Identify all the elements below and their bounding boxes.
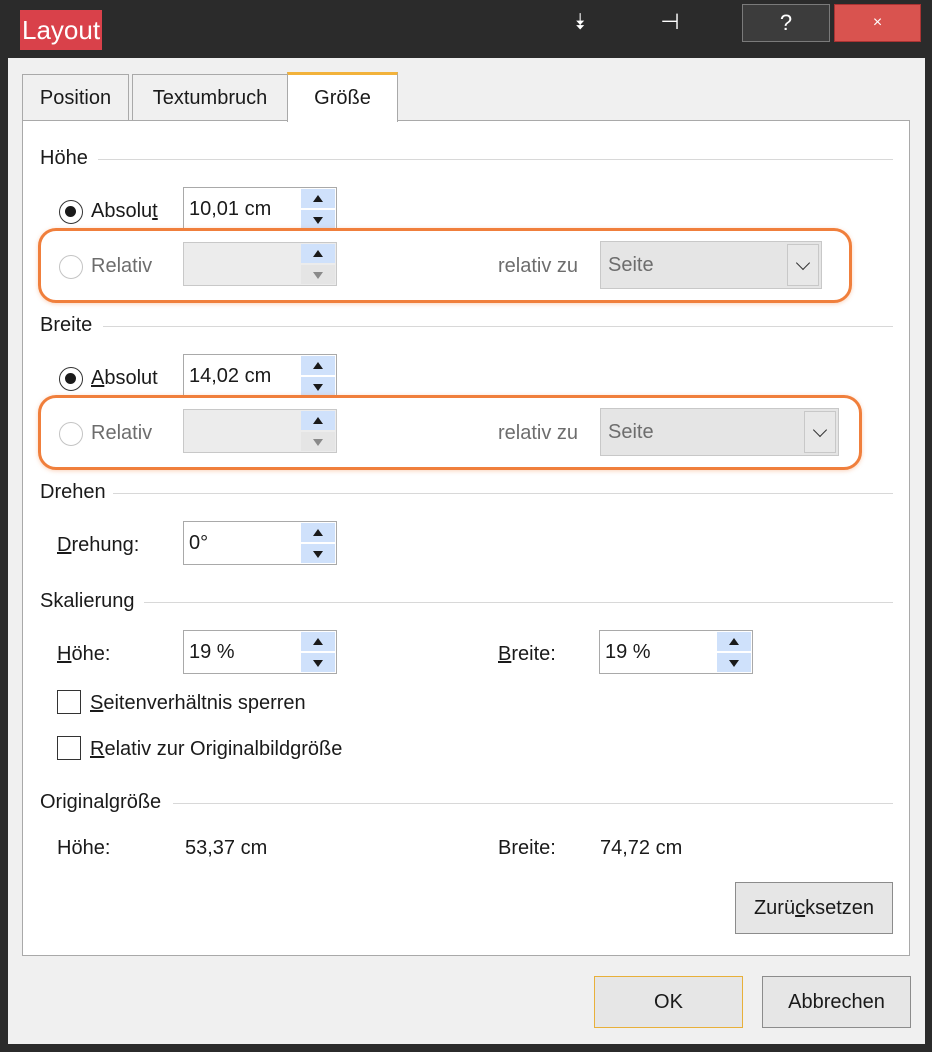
skalierung-hoehe-value[interactable]: 19 % (189, 631, 235, 673)
spin-up-icon[interactable] (301, 632, 335, 651)
tab-textumbruch[interactable]: Textumbruch (132, 74, 288, 120)
chevron-down-icon[interactable] (787, 244, 819, 286)
relative-original-label[interactable]: Relativ zur Originalbildgröße (90, 738, 342, 761)
spin-up-icon[interactable] (301, 244, 335, 263)
skalierung-breite-spinner[interactable]: 19 % (599, 630, 753, 674)
breite-absolut-label[interactable]: Absolut (91, 367, 158, 390)
spin-up-icon[interactable] (301, 356, 335, 375)
chevron-down-icon[interactable] (804, 411, 836, 453)
spin-down-icon[interactable] (301, 432, 335, 451)
drehung-value[interactable]: 0° (189, 522, 208, 564)
hoehe-absolut-label[interactable]: Absolut (91, 200, 158, 223)
section-divider (144, 602, 893, 603)
spin-down-icon[interactable] (301, 653, 335, 672)
pin-icon[interactable]: ⊣ (654, 4, 686, 42)
spin-up-icon[interactable] (301, 189, 335, 208)
skalierung-hoehe-spinner[interactable]: 19 % (183, 630, 337, 674)
hoehe-relativ-zu-select[interactable]: Seite (600, 241, 822, 289)
relative-original-checkbox[interactable] (57, 736, 81, 760)
skalierung-hoehe-label: Höhe: (57, 643, 111, 665)
drehung-spinner[interactable]: 0° (183, 521, 337, 565)
tab-position[interactable]: Position (22, 74, 129, 120)
hoehe-absolut-radio[interactable] (59, 200, 83, 224)
dialog-body: Position Textumbruch Größe Höhe Absolut … (8, 58, 925, 1044)
original-hoehe-value: 53,37 cm (185, 837, 268, 859)
hoehe-absolut-spinner[interactable]: 10,01 cm (183, 187, 337, 231)
ok-button[interactable]: OK (594, 976, 743, 1028)
spin-up-icon[interactable] (301, 523, 335, 542)
breite-relativ-label: Relativ (91, 422, 153, 444)
section-drehen: Drehen (40, 481, 106, 503)
close-button[interactable]: × (834, 4, 921, 42)
original-breite-label: Breite: (498, 837, 556, 859)
hoehe-relativ-spinner[interactable] (183, 242, 337, 286)
spin-down-icon[interactable] (301, 377, 335, 396)
breite-relativ-radio[interactable] (59, 422, 83, 446)
spin-down-icon[interactable] (301, 210, 335, 229)
title-bar: Layout ⯯ ⊣ ? × (0, 0, 932, 58)
original-breite-value: 74,72 cm (600, 837, 683, 859)
skalierung-breite-label: Breite: (498, 643, 556, 665)
section-skalierung: Skalierung (40, 590, 135, 612)
cancel-button[interactable]: Abbrechen (762, 976, 911, 1028)
breite-relativ-spinner[interactable] (183, 409, 337, 453)
spin-down-icon[interactable] (717, 653, 751, 672)
hoehe-absolut-value[interactable]: 10,01 cm (189, 188, 271, 230)
reset-button[interactable]: Zurücksetzen (735, 882, 893, 934)
section-divider (173, 803, 893, 804)
section-breite: Breite (40, 314, 93, 336)
spin-down-icon[interactable] (301, 544, 335, 563)
section-hoehe: Höhe (40, 147, 88, 169)
lock-aspect-label[interactable]: Seitenverhältnis sperren (90, 692, 306, 715)
section-divider (113, 493, 893, 494)
hoehe-relativ-label: Relativ (91, 255, 153, 277)
hoehe-relativ-radio[interactable] (59, 255, 83, 279)
skalierung-breite-value[interactable]: 19 % (605, 631, 651, 673)
spin-down-icon[interactable] (301, 265, 335, 284)
tab-groesse[interactable]: Größe (287, 72, 398, 122)
breite-relativ-zu-select[interactable]: Seite (600, 408, 839, 456)
breite-relativ-zu-label: relativ zu (498, 422, 579, 444)
breite-absolut-value[interactable]: 14,02 cm (189, 355, 271, 397)
collapse-icon[interactable]: ⯯ (565, 4, 595, 42)
breite-absolut-spinner[interactable]: 14,02 cm (183, 354, 337, 398)
breite-absolut-radio[interactable] (59, 367, 83, 391)
hoehe-relativ-zu-label: relativ zu (498, 255, 579, 277)
spin-up-icon[interactable] (717, 632, 751, 651)
help-button[interactable]: ? (742, 4, 830, 42)
section-originalgroesse: Originalgröße (40, 791, 162, 813)
spin-up-icon[interactable] (301, 411, 335, 430)
size-panel: Höhe Absolut 10,01 cm Relativ relativ zu… (22, 120, 910, 956)
drehung-label: Drehung: (57, 534, 140, 556)
section-divider (98, 159, 893, 160)
original-hoehe-label: Höhe: (57, 837, 111, 859)
layout-dialog: Layout ⯯ ⊣ ? × Position Textumbruch Größ… (0, 0, 932, 1052)
section-divider (103, 326, 893, 327)
lock-aspect-checkbox[interactable] (57, 690, 81, 714)
dialog-title: Layout (20, 10, 103, 50)
